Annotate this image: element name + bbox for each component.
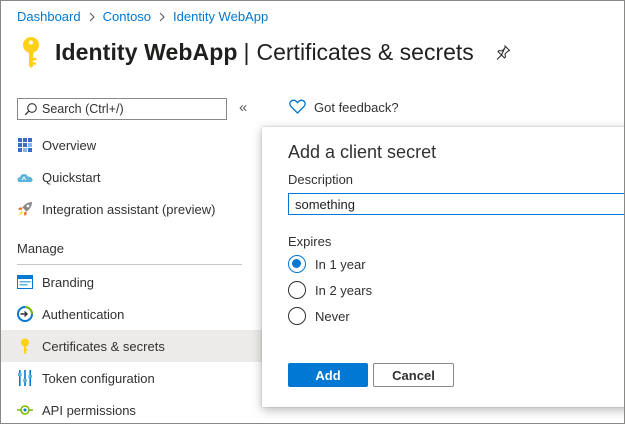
expires-label: Expires	[288, 234, 332, 249]
pin-icon[interactable]	[494, 43, 512, 61]
title-divider: |	[243, 38, 250, 65]
breadcrumb-dashboard[interactable]: Dashboard	[17, 9, 81, 24]
search-input[interactable]	[42, 102, 222, 116]
branding-icon	[17, 274, 33, 290]
authentication-icon	[17, 306, 33, 322]
expires-option-1-year[interactable]: In 1 year	[288, 255, 366, 273]
breadcrumb-identity-webapp[interactable]: Identity WebApp	[173, 9, 268, 24]
chevron-right-icon	[159, 12, 165, 22]
sidebar-item-label: Quickstart	[42, 169, 101, 185]
sidebar-item-authentication[interactable]: Authentication	[1, 298, 263, 330]
sidebar-item-quickstart[interactable]: Quickstart	[1, 161, 263, 193]
sidebar-item-token-configuration[interactable]: Token configuration	[1, 362, 263, 394]
search-icon	[24, 102, 38, 116]
sidebar-item-label: Integration assistant (preview)	[42, 201, 216, 217]
radio-button[interactable]	[288, 281, 306, 299]
token-config-icon	[17, 370, 33, 386]
sidebar-item-label: Certificates & secrets	[42, 338, 165, 354]
sidebar-item-label: Token configuration	[42, 370, 155, 386]
overview-grid-icon	[17, 137, 33, 153]
portal-window: Dashboard Contoso Identity WebApp Identi…	[0, 0, 625, 424]
feedback-link[interactable]: Got feedback?	[289, 99, 399, 115]
radio-button-checked[interactable]	[288, 255, 306, 273]
collapse-sidebar-button[interactable]: «	[239, 100, 247, 116]
add-button[interactable]: Add	[288, 363, 368, 387]
page-title: Identity WebApp | Certificates & secrets	[17, 35, 512, 69]
manage-heading: Manage	[17, 241, 64, 256]
sidebar-item-integration-assistant[interactable]: Integration assistant (preview)	[1, 193, 263, 225]
heart-icon	[289, 99, 306, 115]
chevron-right-icon	[89, 12, 95, 22]
add-client-secret-dialog: Add a client secret Description Expires …	[262, 127, 624, 407]
radio-label: In 2 years	[315, 282, 373, 298]
breadcrumb-contoso[interactable]: Contoso	[103, 9, 151, 24]
radio-label: Never	[315, 308, 350, 324]
expires-option-2-years[interactable]: In 2 years	[288, 281, 372, 299]
breadcrumb: Dashboard Contoso Identity WebApp	[17, 9, 268, 24]
sidebar-item-label: Branding	[42, 274, 95, 290]
sidebar-item-label: Overview	[42, 137, 97, 153]
sidebar-item-overview[interactable]: Overview	[1, 129, 263, 161]
quickstart-cloud-icon	[17, 169, 33, 185]
key-icon	[17, 35, 45, 69]
description-label: Description	[288, 172, 354, 187]
sidebar-item-certificates-secrets[interactable]: Certificates & secrets	[1, 330, 263, 362]
rocket-icon	[17, 201, 33, 217]
nav-divider	[17, 264, 242, 265]
cancel-button[interactable]: Cancel	[373, 363, 454, 387]
expires-option-never[interactable]: Never	[288, 307, 350, 325]
feedback-label: Got feedback?	[314, 99, 399, 115]
sidebar-item-label: Authentication	[42, 306, 125, 322]
page-name: Certificates & secrets	[256, 38, 474, 65]
app-name: Identity WebApp	[55, 38, 238, 65]
sidebar-item-branding[interactable]: Branding	[1, 266, 263, 298]
search-box[interactable]	[17, 98, 227, 120]
dialog-title: Add a client secret	[288, 142, 437, 162]
key-icon	[17, 338, 33, 354]
radio-button[interactable]	[288, 307, 306, 325]
api-permissions-icon	[17, 402, 33, 418]
description-input[interactable]	[288, 193, 624, 215]
radio-label: In 1 year	[315, 256, 366, 272]
sidebar-item-label: API permissions	[42, 402, 136, 418]
sidebar-item-api-permissions[interactable]: API permissions	[1, 394, 263, 423]
